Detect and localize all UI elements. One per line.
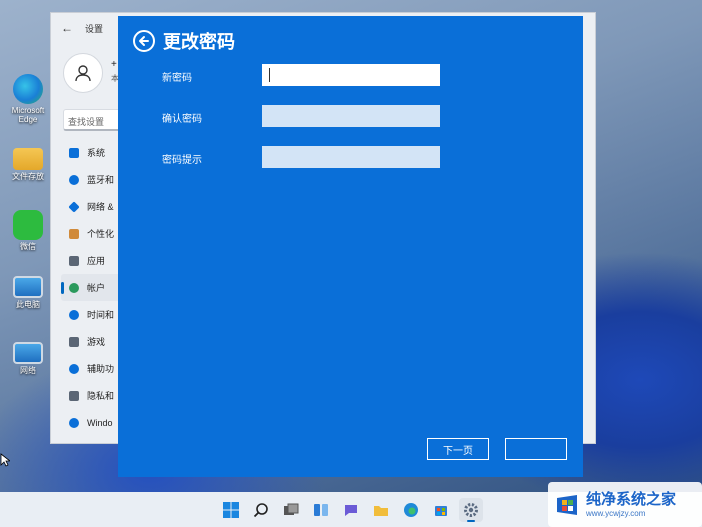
next-button[interactable]: 下一页 <box>427 438 489 460</box>
nav-item-network[interactable]: 网络 & <box>61 193 125 220</box>
dialog-title: 更改密码 <box>163 32 235 52</box>
folder-icon <box>374 505 388 516</box>
nav-item-label: 隐私和 <box>87 391 115 401</box>
network-icon <box>13 342 43 364</box>
globe-icon <box>69 309 79 320</box>
store-button[interactable] <box>429 498 453 522</box>
nav-item-system[interactable]: 系统 <box>61 139 125 166</box>
nav-item-label: 游戏 <box>87 337 106 347</box>
brush-icon <box>69 228 79 239</box>
watermark-logo: 纯净系统之家 www.ycwjzy.com <box>548 482 702 527</box>
nav-item-label: 辅助功 <box>87 364 115 374</box>
chat-icon <box>345 504 357 516</box>
nav-item-time[interactable]: 时间和 <box>61 301 125 328</box>
update-icon <box>69 417 79 428</box>
settings-title: 设置 <box>85 23 104 34</box>
file-explorer-button[interactable] <box>369 498 393 522</box>
taskbar-search-button[interactable] <box>249 498 273 522</box>
nav-item-personalization[interactable]: 个性化 <box>61 220 125 247</box>
wifi-icon <box>68 200 80 213</box>
desktop-icon-folder[interactable]: 文件存放 <box>6 144 50 181</box>
folder-icon <box>13 148 43 170</box>
nav-item-label: 时间和 <box>87 310 115 320</box>
confirm-password-field[interactable] <box>262 105 440 127</box>
nav-item-bluetooth[interactable]: 蓝牙和 <box>61 166 125 193</box>
nav-item-label: 网络 & <box>87 202 114 212</box>
apps-icon <box>69 255 79 266</box>
user-name: + <box>111 59 117 70</box>
desktop-icon-label: 此电脑 <box>16 300 40 309</box>
account-icon <box>69 282 79 293</box>
bluetooth-icon <box>69 174 79 185</box>
wechat-icon <box>13 210 43 240</box>
watermark-title: 纯净系统之家 <box>586 490 677 508</box>
shield-icon <box>69 390 79 401</box>
desktop-icon-computer[interactable]: 此电脑 <box>6 276 50 309</box>
password-hint-label: 密码提示 <box>162 155 202 166</box>
gear-icon <box>464 502 478 517</box>
chat-button[interactable] <box>339 498 363 522</box>
desktop-icon-label: 网络 <box>20 366 36 375</box>
settings-taskbar-button[interactable] <box>459 497 483 522</box>
task-view-button[interactable] <box>279 498 303 522</box>
nav-item-label: 系统 <box>87 148 106 158</box>
desktop-icon-network[interactable]: 网络 <box>6 342 50 375</box>
game-icon <box>69 336 79 347</box>
nav-item-privacy[interactable]: 隐私和 <box>61 382 125 409</box>
windows-logo-icon <box>223 501 239 518</box>
system-icon <box>69 147 79 158</box>
nav-item-windows-update[interactable]: Windo <box>61 409 125 436</box>
task-view-icon <box>284 503 299 515</box>
nav-item-apps[interactable]: 应用 <box>61 247 125 274</box>
desktop-icon-label: 文件存放 <box>12 172 44 181</box>
desktop-icon-label: Microsoft Edge <box>11 106 45 124</box>
text-caret <box>269 68 270 82</box>
store-icon <box>435 505 447 516</box>
edge-button[interactable] <box>399 498 423 522</box>
desktop-icon-wechat[interactable]: 微信 <box>6 210 50 251</box>
start-button[interactable] <box>219 498 243 522</box>
avatar[interactable] <box>63 53 103 93</box>
edge-icon <box>404 502 418 517</box>
cancel-button[interactable] <box>505 438 567 460</box>
arrow-left-icon <box>139 36 149 46</box>
password-hint-field[interactable] <box>262 146 440 168</box>
new-password-field[interactable] <box>262 64 440 86</box>
nav-item-accounts[interactable]: 帐户 <box>61 274 125 301</box>
accessibility-icon <box>69 363 79 374</box>
widgets-icon <box>314 503 328 516</box>
back-arrow-icon[interactable]: ← <box>61 21 73 35</box>
nav-item-label: 应用 <box>87 256 106 266</box>
new-password-label: 新密码 <box>162 73 192 84</box>
desktop-icon-edge[interactable]: Microsoft Edge <box>6 74 50 124</box>
nav-item-label: 个性化 <box>87 229 115 239</box>
user-icon <box>75 65 91 82</box>
edge-icon <box>13 74 43 104</box>
nav-item-label: Windo <box>87 417 113 428</box>
nav-item-accessibility[interactable]: 辅助功 <box>61 355 125 382</box>
watermark-url: www.ycwjzy.com <box>586 508 646 518</box>
nav-item-label: 蓝牙和 <box>87 175 115 185</box>
logo-icon <box>557 494 577 515</box>
nav-item-gaming[interactable]: 游戏 <box>61 328 125 355</box>
nav-item-label: 帐户 <box>87 283 106 293</box>
desktop-icon-label: 微信 <box>20 242 36 251</box>
back-button[interactable] <box>133 30 155 52</box>
search-icon <box>253 502 268 517</box>
change-password-dialog: 更改密码 新密码 确认密码 密码提示 下一页 <box>118 16 583 477</box>
settings-nav: 系统 蓝牙和 网络 & 个性化 应用 帐户 时间和 游戏 辅助功 隐私和 Win… <box>61 139 125 436</box>
computer-icon <box>13 276 43 298</box>
widgets-button[interactable] <box>309 498 333 522</box>
mouse-cursor-icon <box>0 453 10 467</box>
confirm-password-label: 确认密码 <box>162 114 202 125</box>
